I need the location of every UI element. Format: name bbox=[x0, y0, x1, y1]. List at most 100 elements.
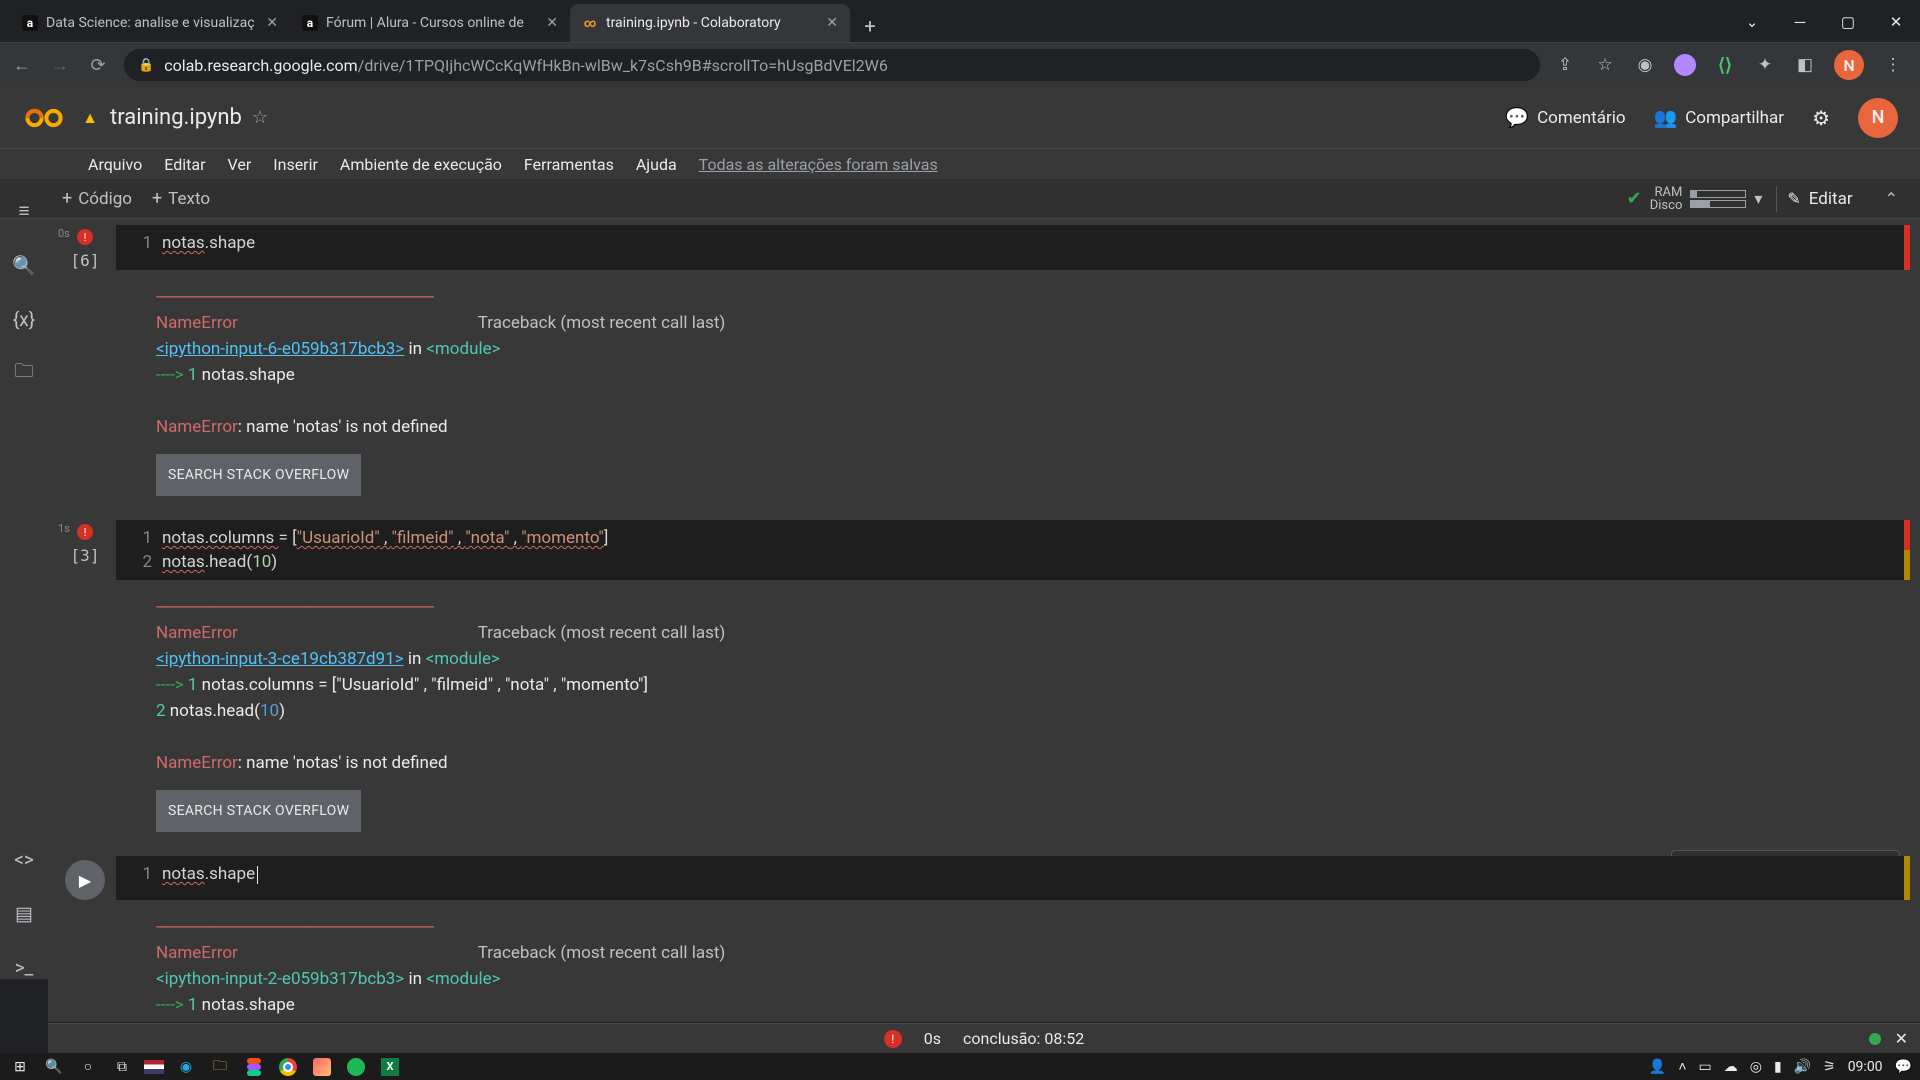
star-icon[interactable]: ☆ bbox=[252, 107, 268, 128]
sidepanel-icon[interactable]: ◧ bbox=[1794, 54, 1816, 76]
variables-icon[interactable]: {x} bbox=[12, 307, 36, 331]
status-bar: ! 0s conclusão: 08:52 ✕ bbox=[48, 1023, 1920, 1053]
menu-file[interactable]: Arquivo bbox=[88, 155, 142, 174]
clock[interactable]: 09:00 bbox=[1848, 1059, 1883, 1075]
plus-icon: + bbox=[152, 188, 162, 209]
share-button[interactable]: 👥Compartilhar bbox=[1654, 106, 1785, 129]
add-text-button[interactable]: +Texto bbox=[142, 184, 220, 213]
browser-tab[interactable]: a Fórum | Alura - Cursos online de ✕ bbox=[290, 4, 570, 42]
close-icon[interactable]: ✕ bbox=[826, 15, 838, 31]
close-window-icon[interactable]: ✕ bbox=[1872, 2, 1920, 42]
execution-count: [3] bbox=[71, 546, 100, 565]
document-title[interactable]: training.ipynb bbox=[110, 105, 242, 130]
url-input[interactable]: 🔒 colab.research.google.com/drive/1TPQIj… bbox=[124, 49, 1540, 81]
menu-tools[interactable]: Ferramentas bbox=[524, 155, 614, 174]
traceback-link[interactable]: <ipython-input-6-e059b317bcb3> bbox=[156, 339, 404, 359]
edge-icon[interactable]: ◉ bbox=[174, 1055, 198, 1079]
cell-gutter[interactable]: ▶ bbox=[54, 856, 116, 900]
code-editor[interactable]: 1notas.columns = ["UsuarioId" , "filmeid… bbox=[116, 520, 1910, 580]
close-icon[interactable]: ✕ bbox=[266, 15, 278, 31]
favicon-alura-icon: a bbox=[22, 15, 38, 31]
tray-chevron-icon[interactable]: ˄ bbox=[1678, 1058, 1686, 1075]
error-indicator-icon[interactable]: ! bbox=[884, 1030, 902, 1048]
traceback-link[interactable]: <ipython-input-3-ce19cb387d91> bbox=[156, 649, 404, 669]
menu-insert[interactable]: Inserir bbox=[273, 155, 318, 174]
app-multi-icon[interactable] bbox=[310, 1055, 334, 1079]
battery-icon[interactable]: ▮ bbox=[1774, 1059, 1782, 1075]
code-editor[interactable]: 1notas.shape bbox=[116, 856, 1910, 900]
add-code-button[interactable]: +Código bbox=[52, 184, 142, 213]
camera-icon[interactable]: ◉ bbox=[1634, 54, 1656, 76]
files-icon[interactable]: 🗀 bbox=[12, 361, 36, 385]
maximize-icon[interactable]: ▢ bbox=[1824, 2, 1872, 42]
spotify-icon[interactable] bbox=[344, 1055, 368, 1079]
menu-bar: Arquivo Editar Ver Inserir Ambiente de e… bbox=[0, 149, 1920, 179]
edit-mode-button[interactable]: ✎Editar bbox=[1776, 186, 1862, 212]
new-tab-button[interactable]: + bbox=[854, 10, 886, 42]
resources-indicator[interactable]: ✔ RAMDisco ▾ bbox=[1627, 186, 1763, 212]
share-people-icon: 👥 bbox=[1654, 106, 1678, 129]
browser-tab-active[interactable]: ∞ training.ipynb - Colaboratory ✕ bbox=[570, 4, 850, 42]
taskview-icon[interactable]: ⧉ bbox=[110, 1055, 134, 1079]
collapse-icon[interactable]: ⌃ bbox=[1877, 189, 1906, 208]
tab-title: Fórum | Alura - Cursos online de bbox=[326, 15, 538, 31]
volume-icon[interactable]: 🔊 bbox=[1794, 1059, 1811, 1075]
toc-icon[interactable]: ≡ bbox=[12, 199, 36, 223]
code-cell: ! [3] 1s 1notas.columns = ["UsuarioId" ,… bbox=[54, 520, 1910, 842]
terminal-icon[interactable]: >_ bbox=[12, 955, 36, 979]
figma-icon[interactable] bbox=[242, 1055, 266, 1079]
command-palette-icon[interactable]: ▤ bbox=[12, 901, 36, 925]
share-icon[interactable]: ⇪ bbox=[1554, 54, 1576, 76]
chevron-down-icon[interactable]: ⌄ bbox=[1728, 2, 1776, 42]
code-snippets-icon[interactable]: <> bbox=[12, 847, 36, 871]
location-icon[interactable]: ◎ bbox=[1750, 1059, 1762, 1075]
error-status-icon: ! bbox=[77, 229, 93, 245]
explorer-icon[interactable]: 🗀 bbox=[208, 1055, 232, 1079]
profile-avatar[interactable]: N bbox=[1834, 50, 1864, 80]
kebab-menu-icon[interactable]: ⋮ bbox=[1882, 54, 1904, 76]
settings-icon[interactable]: ⚙ bbox=[1812, 106, 1830, 130]
comment-button[interactable]: 💬Comentário bbox=[1505, 106, 1625, 129]
menu-view[interactable]: Ver bbox=[228, 155, 252, 174]
extension-purple-icon[interactable] bbox=[1674, 54, 1696, 76]
onedrive-icon[interactable]: ☁ bbox=[1724, 1059, 1738, 1075]
chrome-icon[interactable] bbox=[276, 1055, 300, 1079]
cell-gutter[interactable]: ! [3] 1s bbox=[54, 520, 116, 580]
cortana-icon[interactable]: ○ bbox=[76, 1055, 100, 1079]
browser-tab[interactable]: a Data Science: analise e visualizaç ✕ bbox=[10, 4, 290, 42]
chevron-down-icon[interactable]: ▾ bbox=[1754, 189, 1762, 208]
search-stackoverflow-button[interactable]: SEARCH STACK OVERFLOW bbox=[156, 790, 361, 832]
code-editor[interactable]: 1notas.shape bbox=[116, 225, 1910, 270]
extension-green-icon[interactable]: ⟨⟩ bbox=[1714, 54, 1736, 76]
excel-icon[interactable]: X bbox=[378, 1055, 402, 1079]
wifi-icon[interactable]: ⚞ bbox=[1823, 1059, 1836, 1075]
minimize-icon[interactable]: ─ bbox=[1776, 2, 1824, 42]
reload-button[interactable]: ⟳ bbox=[86, 55, 110, 76]
elapsed: 0s bbox=[58, 227, 70, 240]
menu-runtime[interactable]: Ambiente de execução bbox=[340, 155, 502, 174]
bookmark-icon[interactable]: ☆ bbox=[1594, 54, 1616, 76]
address-bar: ← → ⟳ 🔒 colab.research.google.com/drive/… bbox=[0, 43, 1920, 87]
close-icon[interactable]: ✕ bbox=[546, 15, 558, 31]
search-icon[interactable]: 🔍 bbox=[12, 253, 36, 277]
account-avatar[interactable]: N bbox=[1858, 98, 1898, 138]
extensions-icon[interactable]: ✦ bbox=[1754, 54, 1776, 76]
start-icon[interactable]: ⊞ bbox=[8, 1055, 32, 1079]
app-icon[interactable] bbox=[144, 1060, 164, 1074]
action-bar: +Código +Texto ✔ RAMDisco ▾ ✎Editar ⌃ bbox=[0, 179, 1920, 219]
menu-help[interactable]: Ajuda bbox=[636, 155, 677, 174]
run-button[interactable]: ▶ bbox=[65, 860, 105, 900]
notifications-icon[interactable]: 💬 bbox=[1895, 1059, 1912, 1075]
back-button[interactable]: ← bbox=[10, 55, 34, 76]
forward-button[interactable]: → bbox=[48, 55, 72, 76]
save-status[interactable]: Todas as alterações foram salvas bbox=[699, 155, 938, 174]
close-status-icon[interactable]: ✕ bbox=[1895, 1029, 1908, 1048]
favicon-alura-icon: a bbox=[302, 15, 318, 31]
people-icon[interactable]: 👤 bbox=[1649, 1059, 1666, 1075]
menu-edit[interactable]: Editar bbox=[164, 155, 205, 174]
search-stackoverflow-button[interactable]: SEARCH STACK OVERFLOW bbox=[156, 454, 361, 496]
colab-logo-icon[interactable] bbox=[22, 96, 66, 140]
cell-gutter[interactable]: ! [6] 0s bbox=[54, 225, 116, 270]
taskbar-search-icon[interactable]: 🔍 bbox=[42, 1055, 66, 1079]
meet-now-icon[interactable]: ▭ bbox=[1699, 1059, 1712, 1075]
